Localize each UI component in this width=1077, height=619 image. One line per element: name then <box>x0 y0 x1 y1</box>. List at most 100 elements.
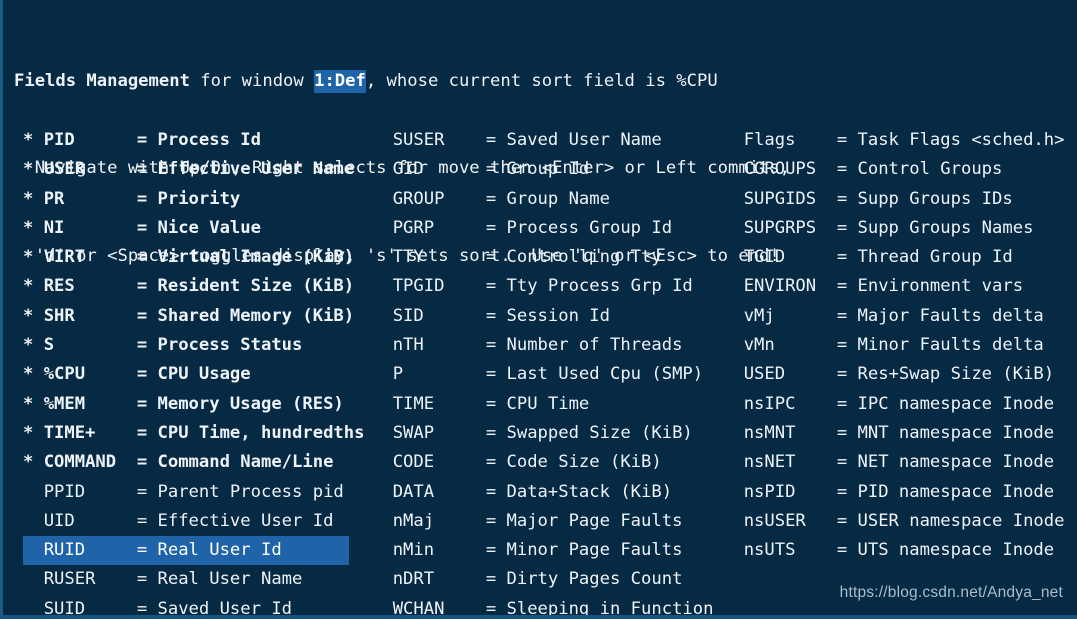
field-name: USER <box>43 159 86 180</box>
field-row[interactable]: WCHAN = Sleeping in Function <box>372 595 720 615</box>
field-equals-sign: = <box>485 335 497 356</box>
field-row[interactable]: nsUSER = USER namespace Inode <box>723 507 1075 536</box>
field-row[interactable]: nTH = Number of Threads <box>372 331 720 360</box>
field-row[interactable]: * PID = Process Id <box>23 126 368 155</box>
field-disabled-marker <box>723 155 744 184</box>
field-disabled-marker <box>372 478 393 507</box>
field-row[interactable]: RUSER = Real User Name <box>23 565 368 594</box>
current-window-badge[interactable]: 1:Def <box>314 69 366 93</box>
field-row[interactable]: TTY = Controlling Tty <box>372 243 720 272</box>
field-equals-sign: = <box>836 305 848 326</box>
field-name: PR <box>43 188 65 209</box>
field-name: UID <box>43 510 75 531</box>
field-equals-sign: = <box>136 598 148 619</box>
field-name: SUPGIDS <box>743 188 817 209</box>
field-row[interactable]: nsPID = PID namespace Inode <box>723 478 1075 507</box>
field-equals-sign: = <box>485 305 497 326</box>
field-equals-sign: = <box>836 159 848 180</box>
field-row[interactable]: nDRT = Dirty Pages Count <box>372 565 720 594</box>
field-row[interactable]: SUPGRPS = Supp Groups Names <box>723 214 1075 243</box>
field-row[interactable]: * %CPU = CPU Usage <box>23 360 368 389</box>
field-row[interactable]: * VIRT = Virtual Image (KiB) <box>23 243 368 272</box>
field-description: Process Group Id <box>506 217 673 238</box>
field-equals-sign: = <box>136 217 148 238</box>
field-row[interactable]: TPGID = Tty Process Grp Id <box>372 272 720 301</box>
field-disabled-marker <box>372 419 393 448</box>
field-name: PGRP <box>392 217 435 238</box>
field-disabled-marker <box>23 507 44 536</box>
field-row[interactable]: nsMNT = MNT namespace Inode <box>723 419 1075 448</box>
field-equals-sign: = <box>836 422 848 443</box>
field-disabled-marker <box>723 331 744 360</box>
field-row[interactable]: CODE = Code Size (KiB) <box>372 448 720 477</box>
field-row[interactable]: nMin = Minor Page Faults <box>372 536 720 565</box>
field-row[interactable]: GID = Group Id <box>372 155 720 184</box>
field-equals-sign: = <box>485 393 497 414</box>
field-row[interactable]: nsUTS = UTS namespace Inode <box>723 536 1075 565</box>
field-equals-sign: = <box>836 364 848 385</box>
field-name: nMaj <box>392 510 435 531</box>
field-row[interactable]: * NI = Nice Value <box>23 214 368 243</box>
field-row[interactable]: * S = Process Status <box>23 331 368 360</box>
field-equals-sign: = <box>136 393 148 414</box>
field-description: Number of Threads <box>506 335 683 356</box>
field-name: RUSER <box>43 569 96 590</box>
field-row[interactable]: nsIPC = IPC namespace Inode <box>723 390 1075 419</box>
field-equals-sign: = <box>485 481 497 502</box>
field-disabled-marker <box>723 126 744 155</box>
field-name: TIME <box>392 393 435 414</box>
field-row[interactable]: nMaj = Major Page Faults <box>372 507 720 536</box>
field-row[interactable]: TIME = CPU Time <box>372 390 720 419</box>
field-row[interactable]: PPID = Parent Process pid <box>23 478 368 507</box>
field-row[interactable]: nsNET = NET namespace Inode <box>723 448 1075 477</box>
field-name: SUID <box>43 598 86 619</box>
field-row[interactable]: SUPGIDS = Supp Groups IDs <box>723 185 1075 214</box>
field-equals-sign: = <box>485 364 497 385</box>
field-row[interactable]: * RES = Resident Size (KiB) <box>23 272 368 301</box>
field-disabled-marker <box>372 331 393 360</box>
field-description: Supp Groups Names <box>857 217 1034 238</box>
field-row[interactable]: SUSER = Saved User Name <box>372 126 720 155</box>
field-equals-sign: = <box>136 305 148 326</box>
field-row[interactable]: GROUP = Group Name <box>372 185 720 214</box>
field-row[interactable]: * USER = Effective User Name <box>23 155 368 184</box>
field-name: USED <box>743 364 786 385</box>
field-row[interactable]: UID = Effective User Id <box>23 507 368 536</box>
field-row[interactable]: TGID = Thread Group Id <box>723 243 1075 272</box>
field-disabled-marker <box>372 595 393 615</box>
field-row[interactable]: ENVIRON = Environment vars <box>723 272 1075 301</box>
field-name: TGID <box>743 247 786 268</box>
field-equals-sign: = <box>136 335 148 356</box>
field-row[interactable]: DATA = Data+Stack (KiB) <box>372 478 720 507</box>
field-equals-sign: = <box>836 276 848 297</box>
field-disabled-marker <box>723 243 744 272</box>
field-row[interactable]: Flags = Task Flags <sched.h> <box>723 126 1075 155</box>
field-row[interactable]: PGRP = Process Group Id <box>372 214 720 243</box>
field-disabled-marker <box>372 448 393 477</box>
field-row[interactable]: * TIME+ = CPU Time, hundredths <box>23 419 368 448</box>
field-row[interactable]: SUID = Saved User Id <box>23 595 368 619</box>
field-row[interactable]: vMn = Minor Faults delta <box>723 331 1075 360</box>
field-row[interactable]: * SHR = Shared Memory (KiB) <box>23 302 368 331</box>
field-name: S <box>43 335 55 356</box>
field-description: Effective User Id <box>157 510 334 531</box>
field-row[interactable]: RUID = Real User Id <box>23 536 349 566</box>
field-row[interactable]: * COMMAND = Command Name/Line <box>23 448 368 477</box>
field-description: CPU Usage <box>157 364 251 385</box>
field-row[interactable]: vMj = Major Faults delta <box>723 302 1075 331</box>
field-row[interactable]: * %MEM = Memory Usage (RES) <box>23 390 368 419</box>
field-row[interactable]: SID = Session Id <box>372 302 720 331</box>
field-disabled-marker <box>372 565 393 594</box>
field-name: vMj <box>743 305 775 326</box>
field-description: Environment vars <box>857 276 1024 297</box>
field-row[interactable]: SWAP = Swapped Size (KiB) <box>372 419 720 448</box>
field-description: Resident Size (KiB) <box>157 276 355 297</box>
field-description: CPU Time, hundredths <box>157 422 365 443</box>
field-name: CODE <box>392 452 435 473</box>
field-row[interactable]: * PR = Priority <box>23 185 368 214</box>
field-row[interactable]: USED = Res+Swap Size (KiB) <box>723 360 1075 389</box>
field-row[interactable]: P = Last Used Cpu (SMP) <box>372 360 720 389</box>
field-row[interactable]: CGROUPS = Control Groups <box>723 155 1075 184</box>
field-description: Code Size (KiB) <box>506 452 662 473</box>
field-description: Task Flags <sched.h> <box>857 130 1065 150</box>
